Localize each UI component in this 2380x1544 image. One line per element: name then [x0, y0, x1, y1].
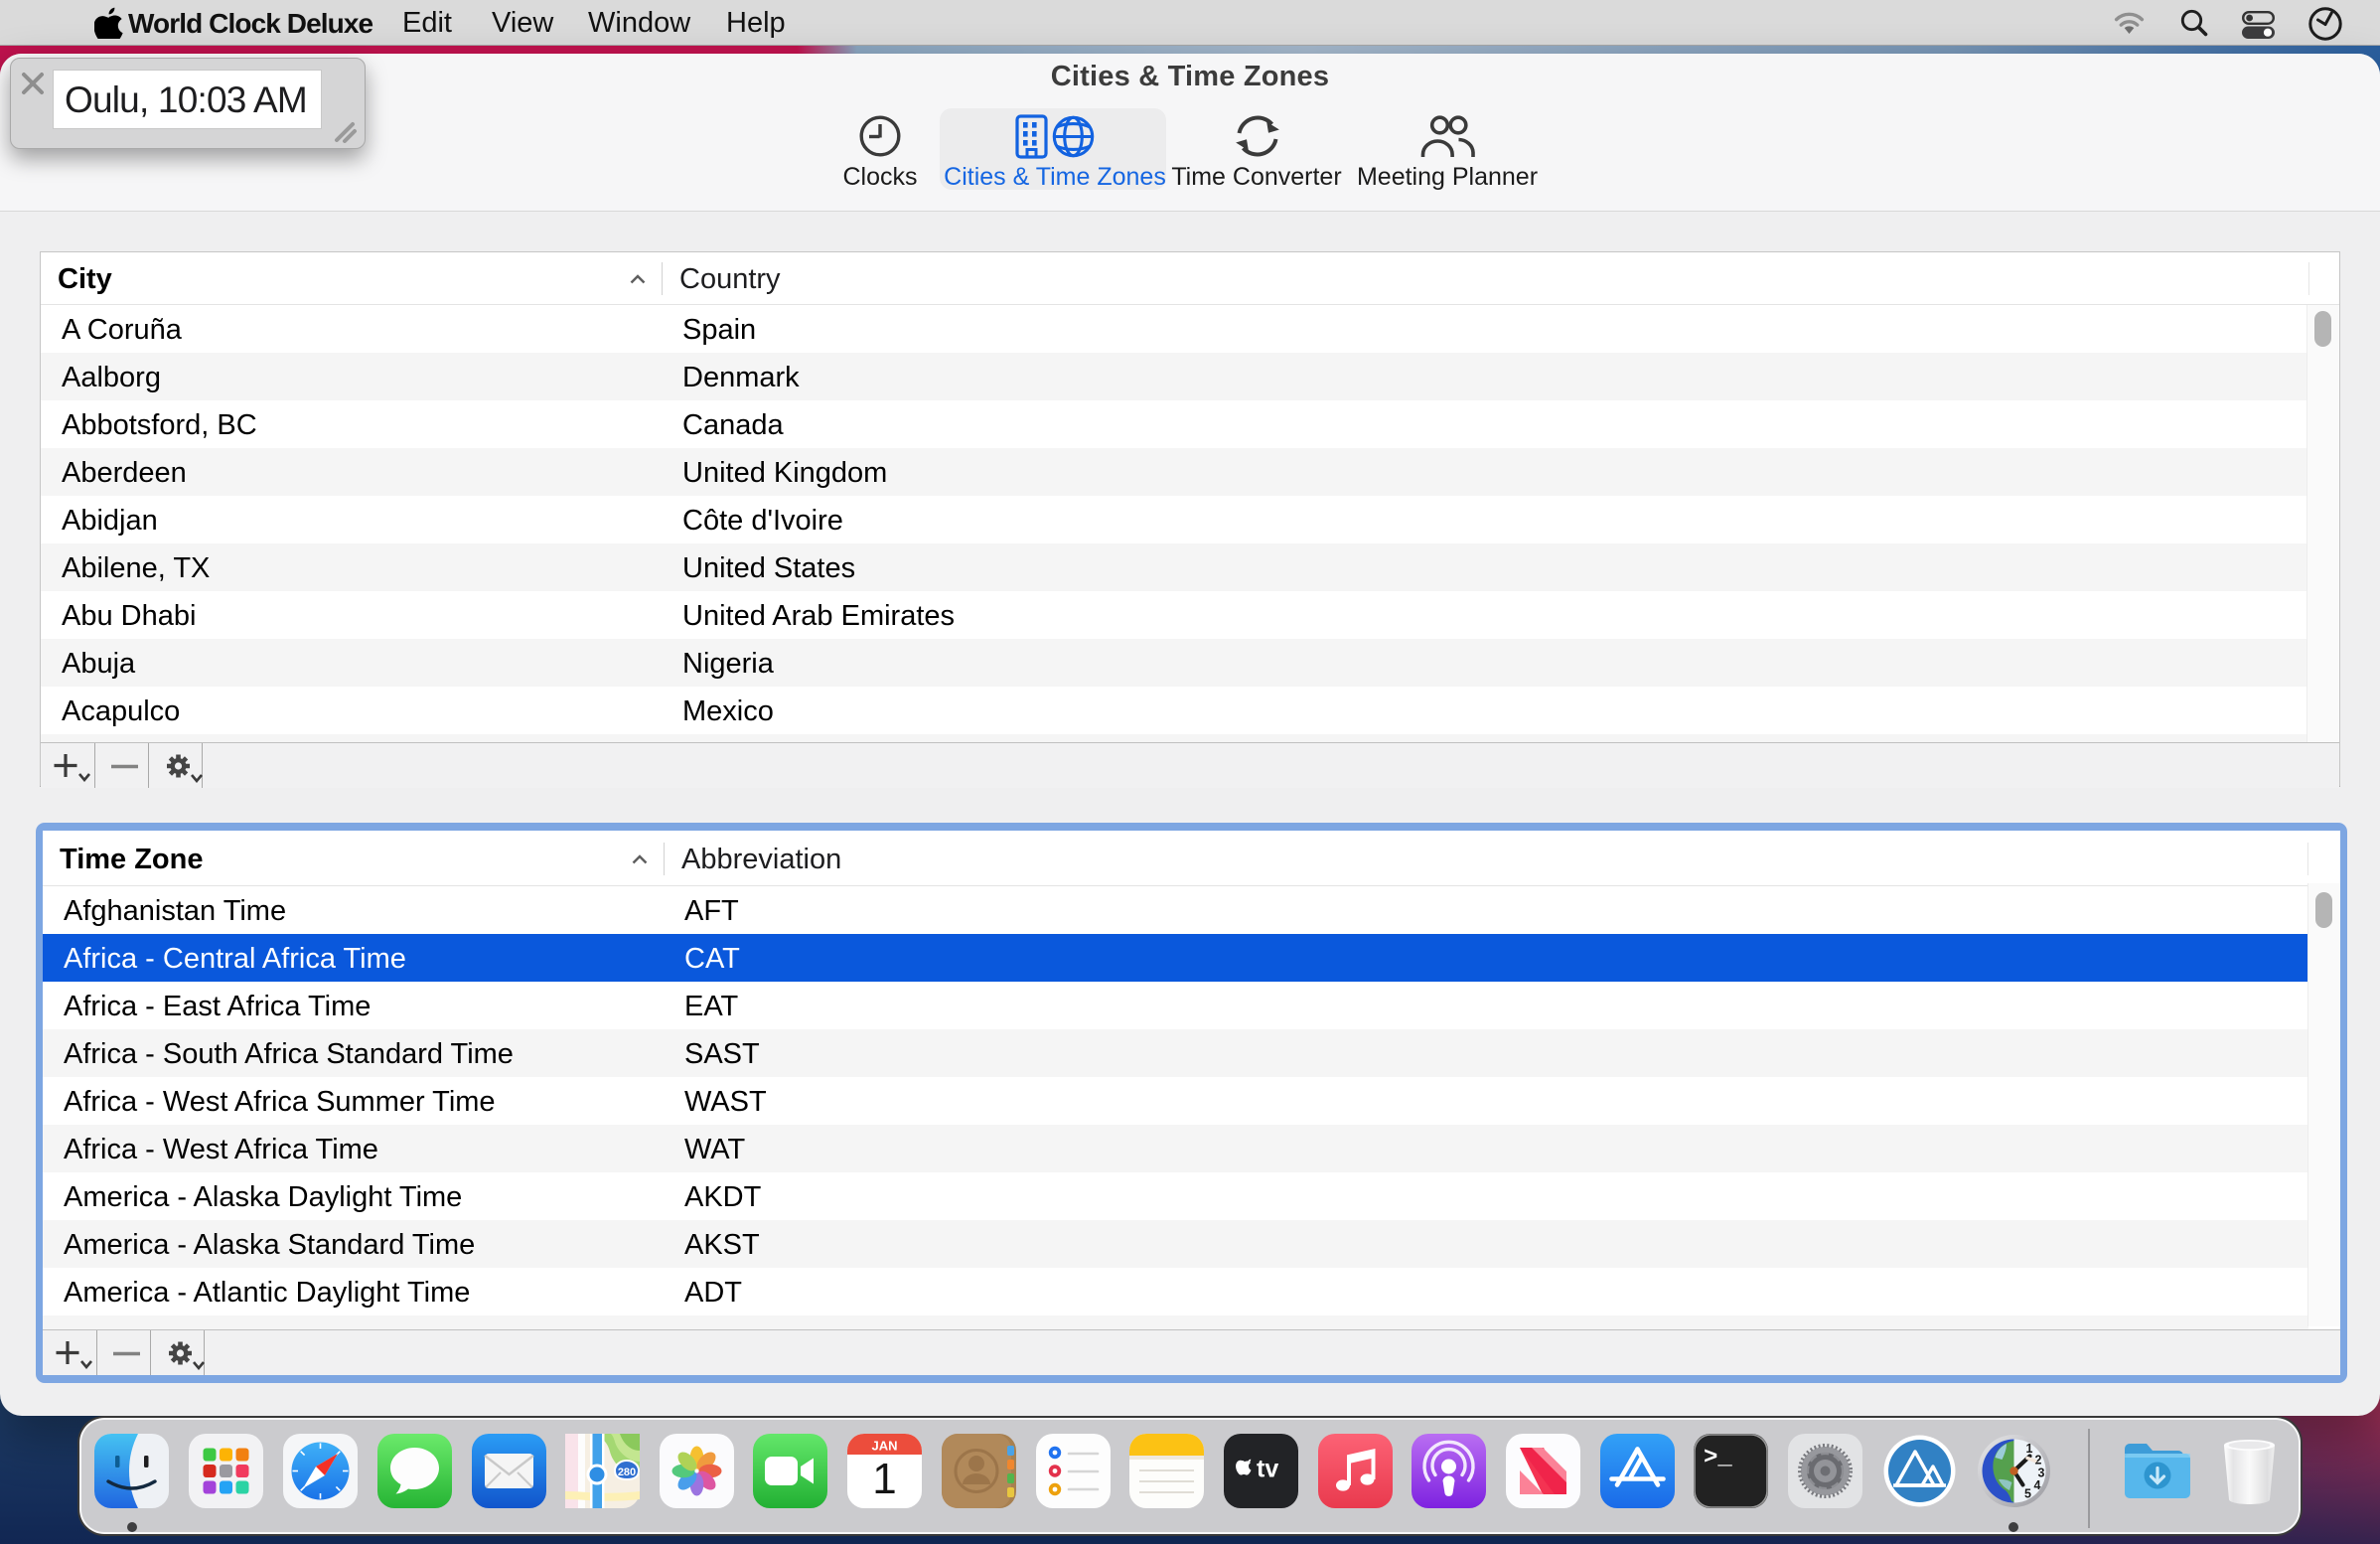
svg-text:5: 5: [2024, 1487, 2031, 1501]
svg-text:tv: tv: [1257, 1456, 1278, 1483]
svg-text:>_: >_: [1704, 1445, 1732, 1471]
svg-text:1: 1: [872, 1455, 896, 1503]
svg-text:1: 1: [2026, 1442, 2033, 1456]
svg-text:JAN: JAN: [871, 1439, 897, 1454]
svg-text:4: 4: [2034, 1478, 2041, 1492]
svg-text:280: 280: [618, 1467, 636, 1478]
